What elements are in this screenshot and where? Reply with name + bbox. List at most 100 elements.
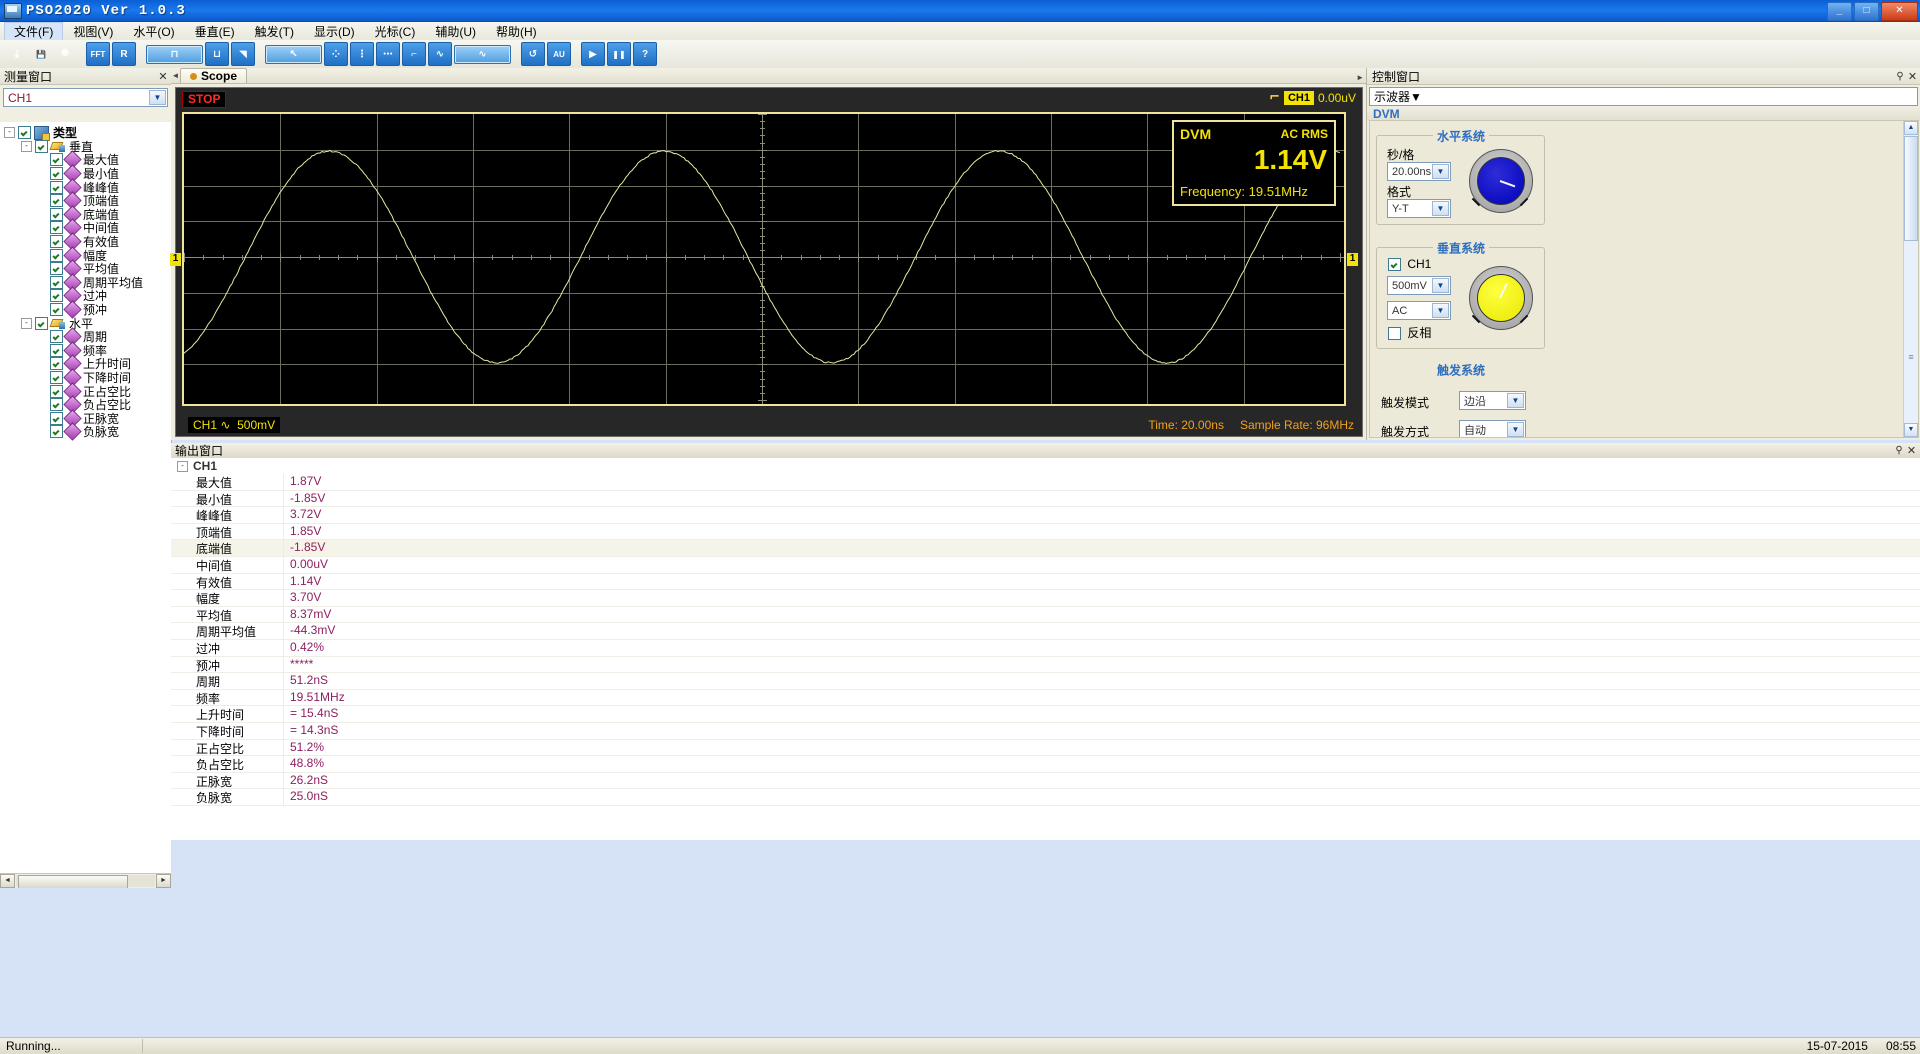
output-window-close-icon[interactable]: ✕	[1905, 444, 1918, 457]
tree-checkbox[interactable]	[50, 371, 63, 384]
menu-display[interactable]: 显示(D)	[304, 22, 365, 41]
tree-checkbox[interactable]	[18, 126, 31, 139]
toolbar-print-icon[interactable]: 🖶	[54, 43, 76, 65]
toolbar-auto-icon[interactable]: AU	[547, 42, 571, 66]
toolbar-step-icon[interactable]: ⌐	[402, 42, 426, 66]
scroll-right-icon[interactable]: ►	[156, 874, 171, 888]
measurement-row[interactable]: 顶端值 1.85V	[171, 524, 1920, 541]
measurement-row[interactable]: 峰峰值 3.72V	[171, 507, 1920, 524]
measurement-row[interactable]: 上升时间 = 15.4nS	[171, 706, 1920, 723]
trigger-sweep-select[interactable]: 自动 ▼	[1459, 420, 1526, 438]
measurement-row[interactable]: 负占空比 48.8%	[171, 756, 1920, 773]
device-select[interactable]: 示波器 ▼	[1369, 87, 1918, 106]
menu-trigger[interactable]: 触发(T)	[245, 22, 304, 41]
toolbar-pulse-icon[interactable]: ⊔	[205, 42, 229, 66]
measure-tree-hscrollbar[interactable]: ◄ ►	[0, 873, 171, 888]
measurement-row[interactable]: 周期平均值 -44.3mV	[171, 623, 1920, 640]
invert-row[interactable]: 反相	[1388, 324, 1431, 341]
waveform-graticule[interactable]: 1 1 DVM AC RMS 1.14V Frequency: 19.51MHz	[182, 112, 1346, 406]
measurement-row[interactable]: 最大值 1.87V	[171, 474, 1920, 491]
measurement-row[interactable]: 平均值 8.37mV	[171, 607, 1920, 624]
chevron-down-icon[interactable]: ▼	[1507, 422, 1524, 437]
tree-item[interactable]: 负脉宽	[0, 425, 171, 439]
measurement-row[interactable]: 负脉宽 25.0nS	[171, 789, 1920, 806]
menu-cursor[interactable]: 光标(C)	[365, 22, 426, 41]
measurement-row[interactable]: 预冲 *****	[171, 657, 1920, 674]
maximize-button[interactable]: □	[1854, 2, 1879, 21]
run-state-badge[interactable]: STOP	[182, 91, 226, 108]
tree-checkbox[interactable]	[50, 276, 63, 289]
minimize-button[interactable]: _	[1827, 2, 1852, 21]
trigger-mode-select[interactable]: 边沿 ▼	[1459, 391, 1526, 410]
chevron-down-icon[interactable]: ▼	[1432, 303, 1449, 318]
tree-checkbox[interactable]	[50, 221, 63, 234]
chevron-down-icon[interactable]: ▼	[1507, 393, 1524, 408]
scroll-down-icon[interactable]: ▼	[1904, 423, 1918, 437]
menu-horizontal[interactable]: 水平(O)	[123, 22, 184, 41]
chevron-down-icon[interactable]: ▼	[1432, 278, 1449, 293]
toolbar-sine-icon[interactable]: ∿	[428, 42, 452, 66]
menu-view[interactable]: 视图(V)	[63, 22, 123, 41]
tab-dvm[interactable]: DVM	[1373, 107, 1400, 121]
hscroll-thumb[interactable]	[18, 875, 128, 888]
chevron-down-icon[interactable]: ▼	[1410, 90, 1422, 104]
sec-div-select[interactable]: 20.00ns ▼	[1387, 162, 1451, 181]
hscroll-track[interactable]	[16, 875, 155, 887]
toolbar-record-icon[interactable]: R	[112, 42, 136, 66]
toolbar-help-icon[interactable]: ?	[633, 42, 657, 66]
channel-enable-checkbox[interactable]	[1388, 258, 1401, 271]
timebase-knob[interactable]	[1469, 149, 1531, 211]
menu-vertical[interactable]: 垂直(E)	[185, 22, 245, 41]
toolbar-undo-icon[interactable]: ↺	[521, 42, 545, 66]
channel-marker-left[interactable]: 1	[170, 253, 181, 266]
tree-checkbox[interactable]	[50, 208, 63, 221]
coupling-select[interactable]: AC ▼	[1387, 301, 1451, 320]
control-panel-scrollbar[interactable]: ▲ ≡ ▼	[1903, 121, 1918, 437]
tree-expander-icon[interactable]: -	[4, 127, 15, 138]
control-pin-icon[interactable]: ⚲	[1894, 71, 1906, 82]
tree-expander-icon[interactable]: -	[21, 318, 32, 329]
volts-div-select[interactable]: 500mV ▼	[1387, 276, 1451, 295]
menu-file[interactable]: 文件(F)	[4, 22, 63, 41]
tree-checkbox[interactable]	[50, 412, 63, 425]
toolbar-cursor-icon[interactable]: ↖	[265, 45, 322, 64]
tree-checkbox[interactable]	[50, 194, 63, 207]
toolbar-square-wave-icon[interactable]: ⊓	[146, 45, 203, 64]
chevron-down-icon[interactable]: ▼	[149, 90, 166, 105]
tree-expander-icon[interactable]: -	[21, 141, 32, 152]
toolbar-run-icon[interactable]: ▶	[581, 42, 605, 66]
output-group-header[interactable]: - CH1	[171, 458, 1920, 474]
menu-help[interactable]: 帮助(H)	[486, 22, 547, 41]
group-collapse-icon[interactable]: -	[177, 461, 188, 472]
tab-scroll-right-icon[interactable]: ►	[1356, 73, 1364, 82]
toolbar-horizontal-cursor-icon[interactable]: ⋯	[376, 42, 400, 66]
tree-checkbox[interactable]	[50, 344, 63, 357]
toolbar-fft-icon[interactable]: FFT	[86, 42, 110, 66]
control-dock-close-icon[interactable]: ✕	[1906, 70, 1919, 83]
tree-checkbox[interactable]	[50, 289, 63, 302]
channel-scale-badge[interactable]: CH1 ∿ 500mV	[188, 417, 280, 433]
measurement-row[interactable]: 频率 19.51MHz	[171, 690, 1920, 707]
measurement-row[interactable]: 有效值 1.14V	[171, 574, 1920, 591]
measurement-row[interactable]: 周期 51.2nS	[171, 673, 1920, 690]
tree-checkbox[interactable]	[50, 249, 63, 262]
measurement-row[interactable]: 底端值 -1.85V	[171, 540, 1920, 557]
measurement-row[interactable]: 最小值 -1.85V	[171, 491, 1920, 508]
toolbar-save-icon[interactable]: 💾	[30, 43, 52, 65]
tree-checkbox[interactable]	[35, 140, 48, 153]
tree-checkbox[interactable]	[50, 262, 63, 275]
scope-display[interactable]: STOP ⌐ CH1 0.00uV 1 1 DVM AC RMS 1.14V F…	[175, 87, 1363, 437]
measurement-row[interactable]: 过冲 0.42%	[171, 640, 1920, 657]
tree-checkbox[interactable]	[50, 181, 63, 194]
invert-checkbox[interactable]	[1388, 327, 1401, 340]
scroll-left-icon[interactable]: ◄	[0, 874, 15, 888]
tree-checkbox[interactable]	[50, 357, 63, 370]
measurement-tree[interactable]: - 类型 - 垂直 最大值 最小值 峰峰值 顶端值 底端值 中间值 有效值 幅度 平均值 周期平均值 过冲预…	[0, 122, 171, 888]
vscroll-thumb[interactable]	[1904, 136, 1918, 241]
tree-checkbox[interactable]	[35, 317, 48, 330]
measurement-row[interactable]: 正占空比 51.2%	[171, 740, 1920, 757]
menu-utility[interactable]: 辅助(U)	[425, 22, 486, 41]
measurement-row[interactable]: 正脉宽 26.2nS	[171, 773, 1920, 790]
vertical-scale-knob[interactable]	[1469, 266, 1531, 328]
tree-checkbox[interactable]	[50, 167, 63, 180]
